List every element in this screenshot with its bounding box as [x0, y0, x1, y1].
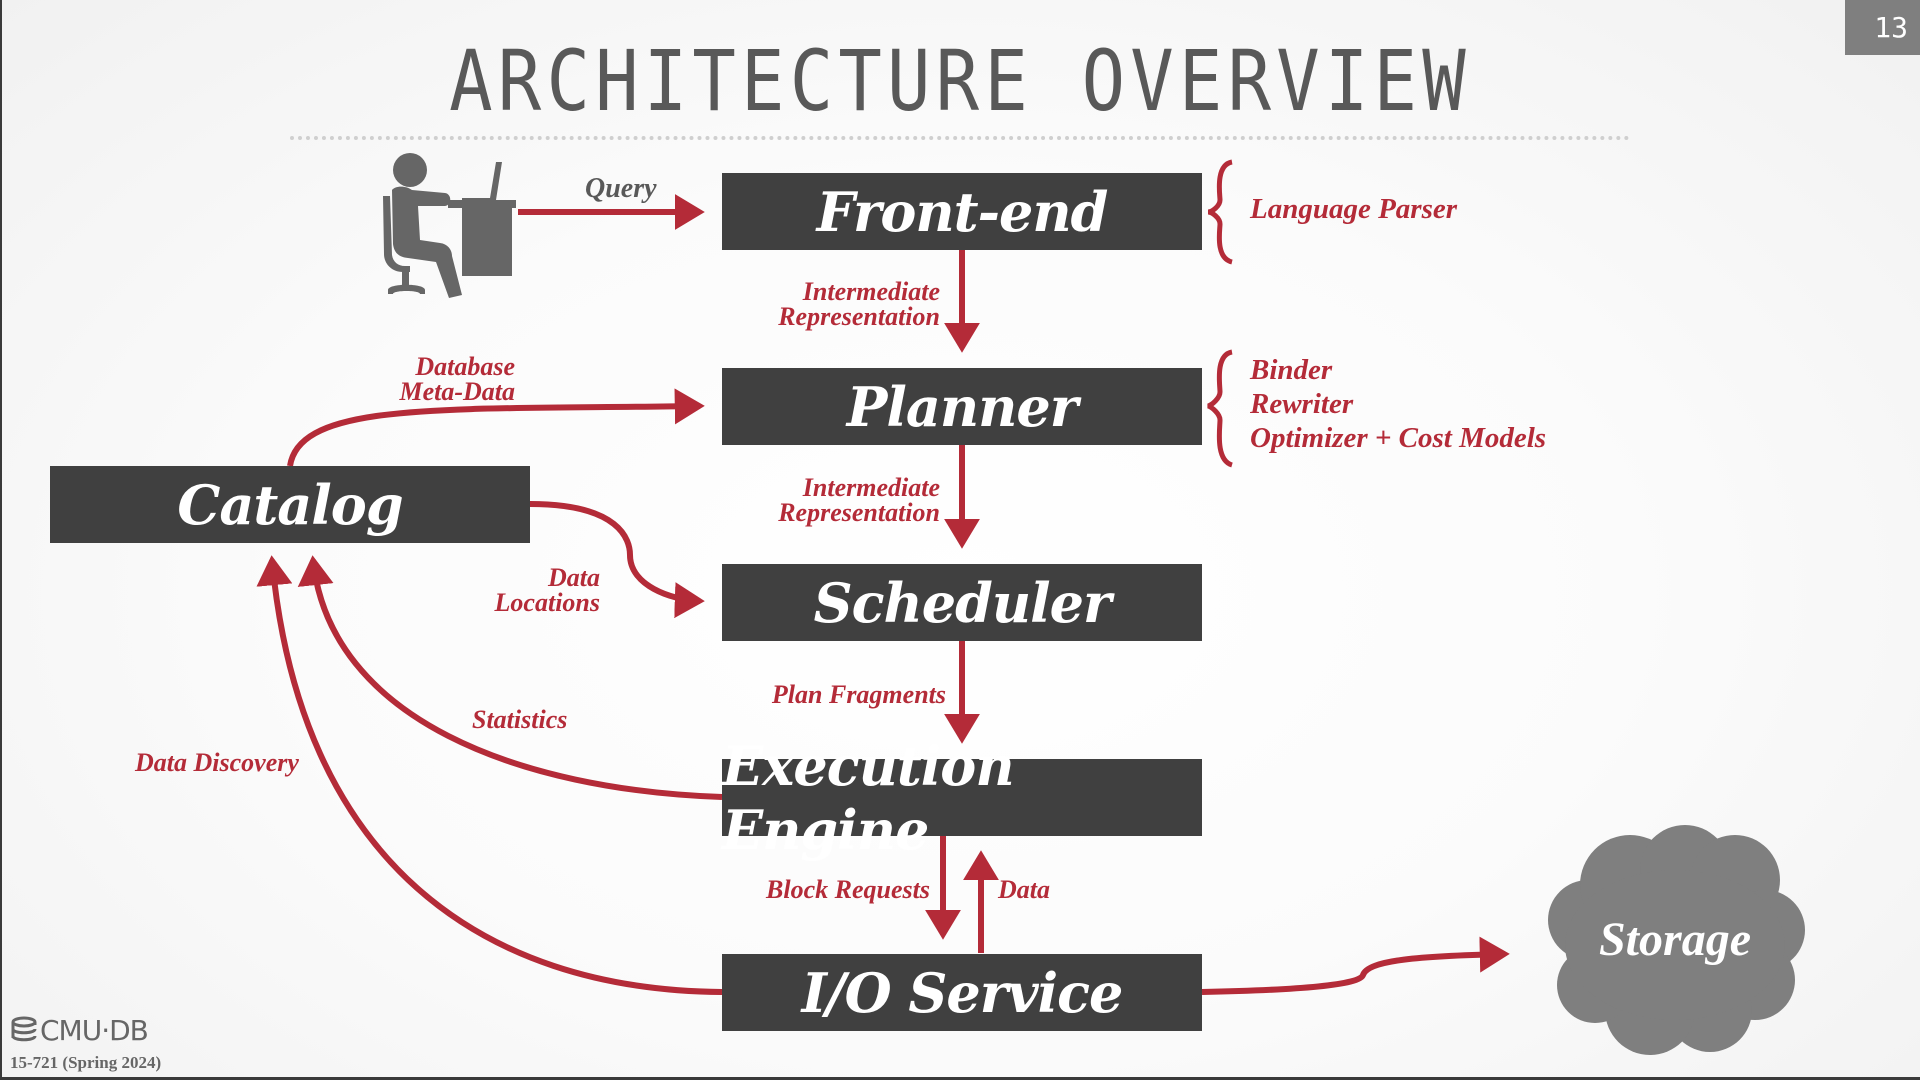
arrow-to-storage: [1201, 936, 1510, 995]
database-metadata-line2: Meta-Data: [399, 377, 515, 406]
annotation-language-parser: Language Parser: [1250, 193, 1458, 225]
data-locations-line2: Locations: [494, 588, 600, 617]
block-requests-label: Block Requests: [766, 875, 930, 904]
ir-label-2-line1: Intermediate: [802, 473, 940, 502]
course-label: 15-721 (Spring 2024): [10, 1053, 162, 1072]
data-locations-label: Data Locations: [400, 563, 600, 617]
user-at-computer-icon: [383, 153, 516, 298]
storage-label: Storage: [1598, 913, 1751, 966]
logo-text: CMU·DB: [40, 1014, 149, 1047]
ir-label-2: Intermediate Representation: [740, 473, 940, 527]
io-service-box: I/O Service: [722, 954, 1202, 1031]
front-end-annotations: Language Parser: [1250, 192, 1457, 226]
planner-box: Planner: [722, 368, 1202, 445]
annotation-rewriter: Rewriter: [1250, 388, 1354, 420]
database-icon: [11, 1016, 37, 1041]
ir-label-2-line2: Representation: [778, 498, 940, 527]
brace-frontend-icon: [1207, 159, 1234, 265]
execution-engine-box: Execution Engine: [722, 734, 1202, 862]
data-locations-line1: Data: [548, 563, 600, 592]
ir-label-1-line2: Representation: [778, 302, 940, 331]
brace-planner-icon: [1207, 349, 1234, 468]
query-label: Query: [585, 173, 657, 204]
catalog-box: Catalog: [50, 466, 530, 543]
ir-label-1-line1: Intermediate: [802, 277, 940, 306]
scheduler-box: Scheduler: [722, 564, 1202, 641]
front-end-box: Front-end: [722, 173, 1202, 250]
planner-annotations: Binder Rewriter Optimizer + Cost Models: [1250, 353, 1546, 455]
statistics-label: Statistics: [472, 705, 568, 734]
data-discovery-label: Data Discovery: [135, 748, 299, 777]
data-label: Data: [998, 875, 1050, 904]
ir-label-1: Intermediate Representation: [740, 277, 940, 331]
cmu-db-logo: CMU·DB: [10, 1014, 149, 1047]
annotation-binder: Binder: [1250, 354, 1333, 386]
arrow-data-discovery: [256, 555, 723, 995]
plan-fragments-label: Plan Fragments: [771, 680, 946, 709]
database-metadata-label: Database Meta-Data: [300, 352, 515, 406]
database-metadata-line1: Database: [415, 352, 515, 381]
arrow-db-metadata: [287, 388, 705, 467]
annotation-optimizer: Optimizer + Cost Models: [1250, 422, 1547, 454]
